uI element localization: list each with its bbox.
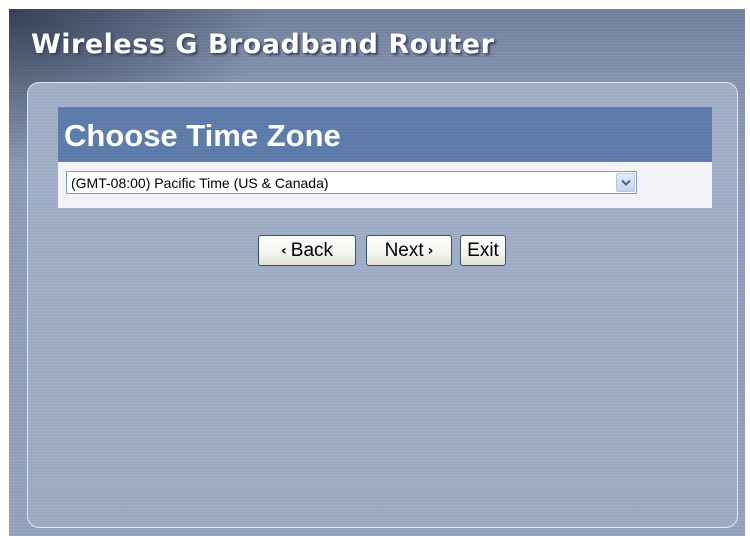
chevron-left-icon: ‹ xyxy=(280,242,287,259)
wizard-panel: Choose Time Zone (GMT-08:00) Pacific Tim… xyxy=(27,82,738,528)
exit-button[interactable]: Exit xyxy=(460,235,506,266)
next-button[interactable]: Next › xyxy=(366,235,452,266)
chevron-down-icon xyxy=(621,179,631,186)
timezone-select[interactable]: (GMT-08:00) Pacific Time (US & Canada) xyxy=(66,171,637,194)
next-button-label: Next xyxy=(384,239,424,261)
back-button[interactable]: ‹ Back xyxy=(258,235,356,266)
app-title: Wireless G Broadband Router xyxy=(31,29,495,60)
timezone-row: (GMT-08:00) Pacific Time (US & Canada) xyxy=(58,162,712,208)
timezone-selected-value: (GMT-08:00) Pacific Time (US & Canada) xyxy=(71,175,329,191)
exit-button-label: Exit xyxy=(467,239,499,261)
dropdown-button[interactable] xyxy=(616,173,635,192)
chevron-right-icon: › xyxy=(427,242,434,259)
back-button-label: Back xyxy=(290,239,334,261)
step-title: Choose Time Zone xyxy=(64,118,341,153)
step-header: Choose Time Zone xyxy=(58,107,712,162)
router-window: Wireless G Broadband Router Choose Time … xyxy=(9,9,745,536)
